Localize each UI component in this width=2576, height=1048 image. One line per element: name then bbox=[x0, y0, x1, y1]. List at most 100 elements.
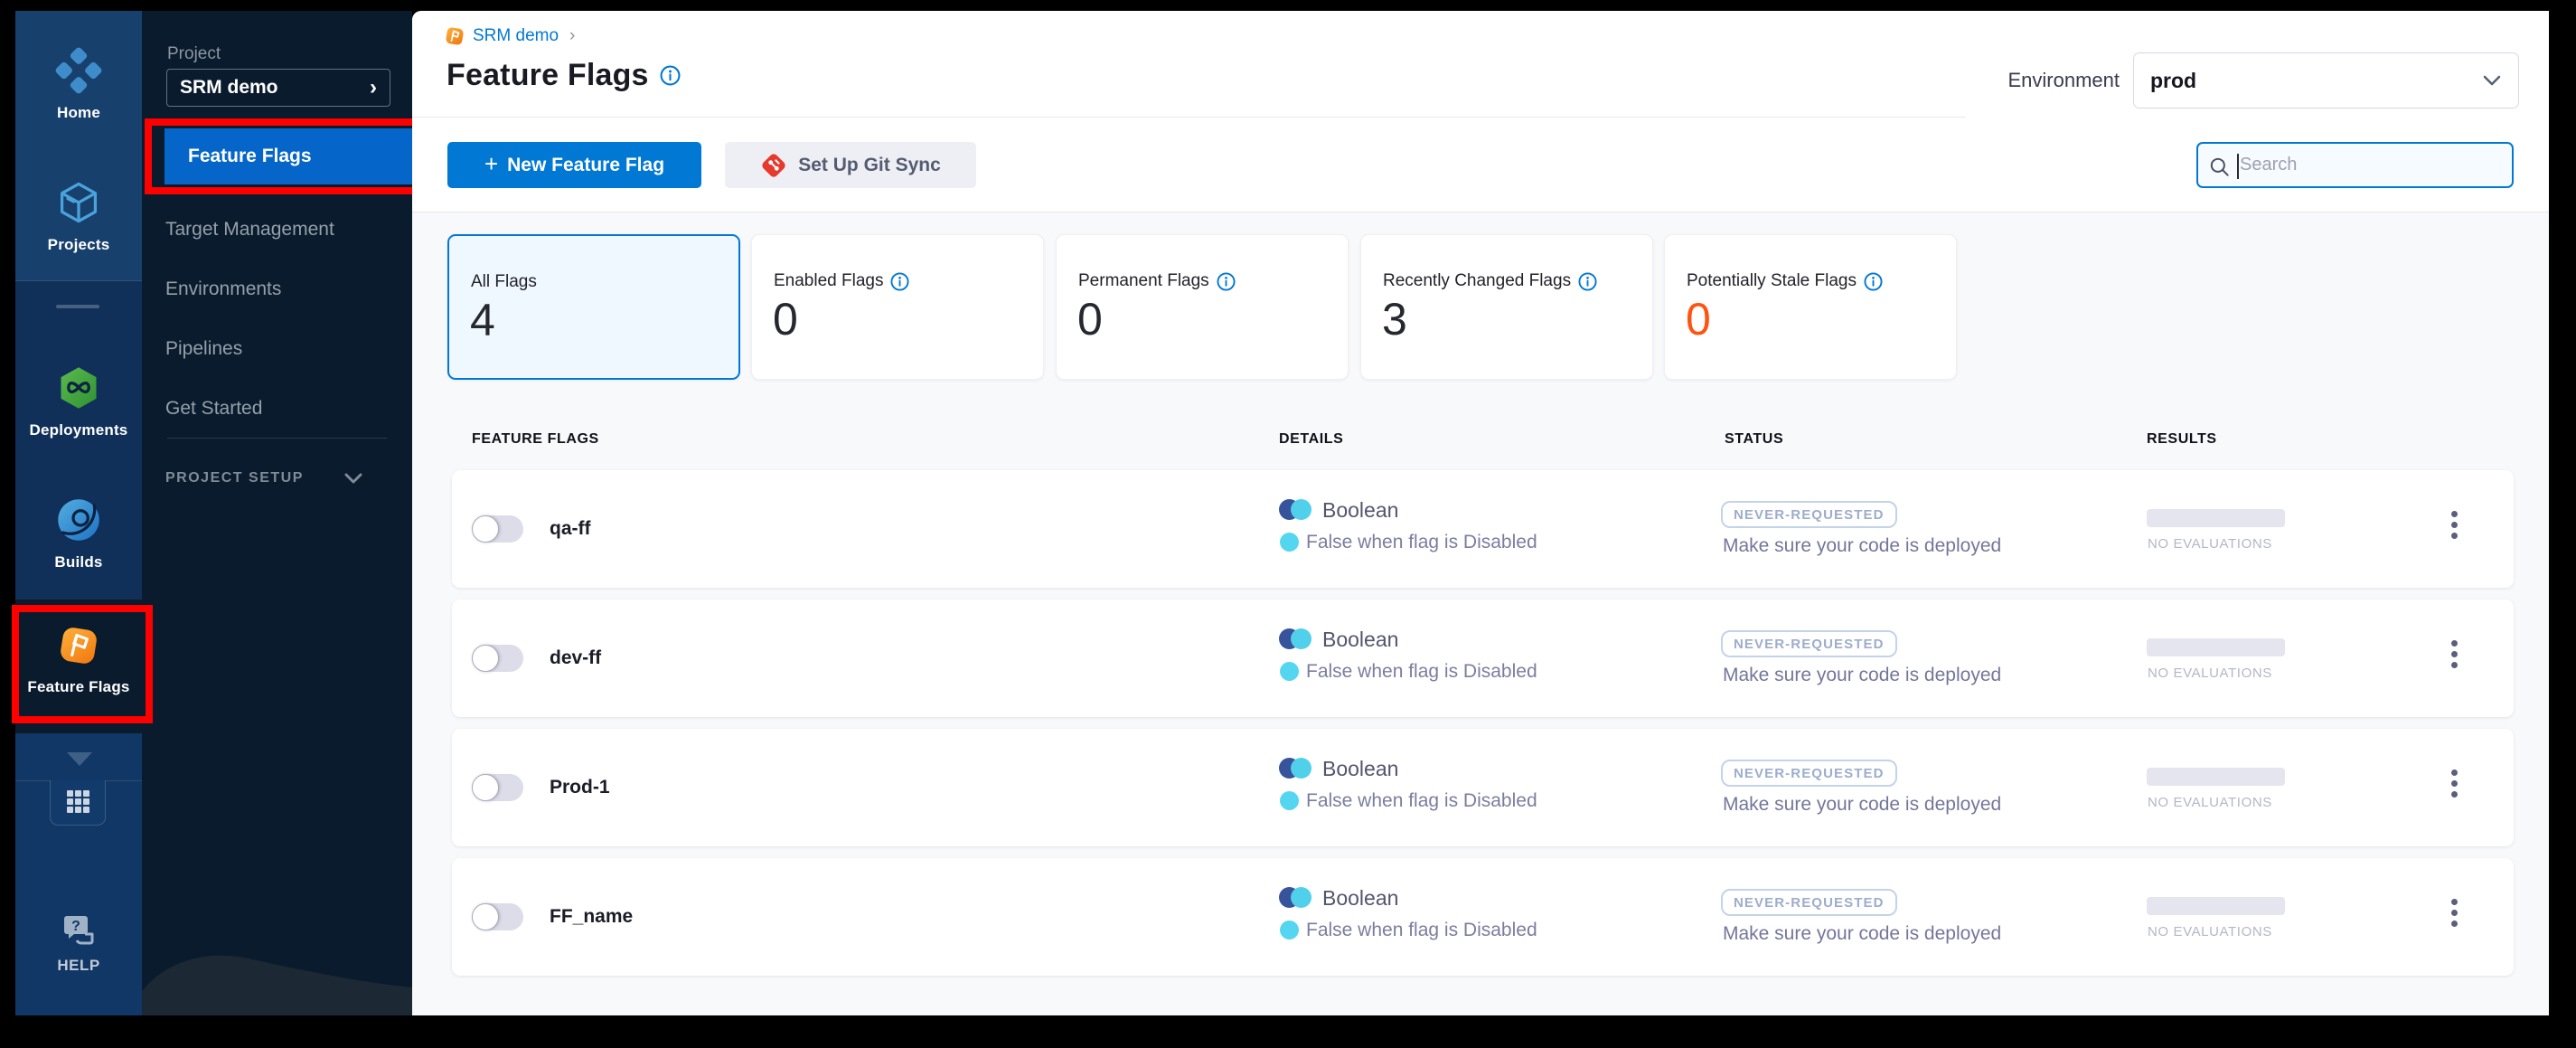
rail-item-home[interactable]: Home bbox=[15, 47, 142, 122]
rail-item-builds[interactable]: Builds bbox=[15, 496, 142, 571]
column-header-details: DETAILS bbox=[1279, 431, 1344, 447]
table-row[interactable]: dev-ff Boolean False when flag is Disabl… bbox=[452, 600, 2514, 717]
rail-item-deployments[interactable]: Deployments bbox=[15, 364, 142, 439]
rail-section-dash bbox=[56, 305, 99, 308]
chevron-right-icon: › bbox=[370, 75, 377, 99]
evaluations-progress-bar bbox=[2147, 638, 2285, 656]
results-note: NO EVALUATIONS bbox=[2148, 924, 2272, 939]
flag-type: Boolean bbox=[1322, 886, 1399, 910]
table-row[interactable]: qa-ff Boolean False when flag is Disable… bbox=[452, 470, 2514, 588]
search-box[interactable] bbox=[2196, 142, 2514, 188]
results-note: NO EVALUATIONS bbox=[2148, 536, 2272, 552]
toggle-knob bbox=[472, 774, 499, 801]
help-chat-icon: ? bbox=[58, 916, 99, 952]
module-rail: Home Projects Deployments Builds Feature… bbox=[12, 11, 153, 1015]
plus-icon: + bbox=[484, 150, 499, 177]
rail-feature-flags-section: Feature Flags bbox=[12, 600, 153, 733]
toolbar: + New Feature Flag Set Up Git Sync bbox=[412, 118, 2549, 212]
status-note: Make sure your code is deployed bbox=[1723, 923, 2002, 944]
stat-card-permanent-flags[interactable]: Permanent Flags 0 bbox=[1056, 234, 1349, 380]
project-setup-label: PROJECT SETUP bbox=[165, 470, 304, 486]
flag-name[interactable]: qa-ff bbox=[550, 518, 591, 540]
stat-label: Recently Changed Flags bbox=[1383, 271, 1572, 290]
stat-card-recently-changed-flags[interactable]: Recently Changed Flags 3 bbox=[1360, 234, 1653, 380]
status-note: Make sure your code is deployed bbox=[1723, 535, 2002, 556]
flag-toggle[interactable] bbox=[472, 515, 523, 543]
stat-card-enabled-flags[interactable]: Enabled Flags 0 bbox=[751, 234, 1044, 380]
decorative-wave bbox=[142, 955, 412, 1015]
set-up-git-sync-button[interactable]: Set Up Git Sync bbox=[725, 142, 976, 188]
new-feature-flag-label: New Feature Flag bbox=[507, 154, 665, 175]
info-icon[interactable] bbox=[1217, 271, 1236, 291]
environment-value: prod bbox=[2150, 68, 2197, 92]
column-header-status: STATUS bbox=[1725, 431, 1784, 447]
flag-toggle[interactable] bbox=[472, 903, 523, 930]
project-setup-toggle[interactable]: PROJECT SETUP bbox=[165, 470, 391, 486]
breadcrumb[interactable]: SRM demo › bbox=[444, 24, 575, 48]
table-row[interactable]: FF_name Boolean False when flag is Disab… bbox=[452, 858, 2514, 976]
help-button[interactable]: ? HELP bbox=[15, 911, 142, 975]
stat-value: 4 bbox=[470, 295, 495, 345]
row-menu-button[interactable] bbox=[2451, 769, 2458, 798]
stat-value: 3 bbox=[1382, 294, 1407, 345]
environment-label: Environment bbox=[2007, 69, 2120, 91]
feature-flags-logo-icon bbox=[446, 27, 464, 45]
info-icon[interactable] bbox=[890, 271, 909, 291]
environment-select[interactable]: prod bbox=[2133, 52, 2519, 109]
subnav-item-target-management[interactable]: Target Management bbox=[142, 202, 412, 258]
breadcrumb-chevron-icon: › bbox=[569, 26, 576, 45]
breadcrumb-project-link[interactable]: SRM demo bbox=[473, 26, 559, 46]
info-icon[interactable] bbox=[1578, 271, 1597, 291]
feature-flags-icon bbox=[56, 623, 101, 673]
stat-label: Permanent Flags bbox=[1078, 271, 1209, 290]
row-menu-button[interactable] bbox=[2451, 640, 2458, 668]
flag-name[interactable]: Prod-1 bbox=[550, 777, 610, 798]
row-menu-button[interactable] bbox=[2451, 899, 2458, 927]
table-row[interactable]: Prod-1 Boolean False when flag is Disabl… bbox=[452, 729, 2514, 846]
flag-toggle[interactable] bbox=[472, 645, 523, 672]
project-selector[interactable]: SRM demo › bbox=[166, 69, 390, 107]
boolean-type-icon bbox=[1279, 758, 1312, 779]
default-rule: False when flag is Disabled bbox=[1306, 790, 1537, 811]
info-icon[interactable] bbox=[660, 65, 681, 86]
toggle-knob bbox=[472, 515, 499, 543]
subnav-item-feature-flags[interactable]: Feature Flags bbox=[165, 128, 412, 184]
project-name: SRM demo bbox=[180, 77, 278, 98]
subnav-item-environments[interactable]: Environments bbox=[142, 261, 412, 317]
row-menu-button[interactable] bbox=[2451, 511, 2458, 539]
subnav-item-pipelines[interactable]: Pipelines bbox=[142, 321, 412, 377]
chevron-down-icon bbox=[344, 473, 362, 484]
subnav-divider bbox=[167, 438, 387, 439]
collapse-rail-chevron-icon[interactable] bbox=[67, 752, 92, 766]
search-input[interactable] bbox=[2240, 146, 2502, 184]
boolean-type-icon bbox=[1279, 628, 1312, 649]
builds-icon bbox=[55, 496, 102, 548]
flag-name[interactable]: FF_name bbox=[550, 906, 633, 928]
rail-top-section: Home Projects bbox=[15, 11, 142, 280]
flag-toggle[interactable] bbox=[472, 774, 523, 801]
git-sync-label: Set Up Git Sync bbox=[798, 154, 941, 175]
stat-card-all-flags[interactable]: All Flags 4 bbox=[447, 234, 740, 380]
rail-item-projects[interactable]: Projects bbox=[15, 179, 142, 254]
flag-name[interactable]: dev-ff bbox=[550, 647, 601, 669]
stat-label: All Flags bbox=[471, 272, 537, 291]
projects-cube-icon bbox=[55, 179, 102, 231]
module-switcher-button[interactable] bbox=[50, 780, 106, 826]
default-rule: False when flag is Disabled bbox=[1306, 532, 1537, 552]
status-badge: NEVER-REQUESTED bbox=[1721, 889, 1897, 916]
stat-card-potentially-stale-flags[interactable]: Potentially Stale Flags 0 bbox=[1664, 234, 1957, 380]
grid-icon bbox=[67, 790, 90, 814]
new-feature-flag-button[interactable]: + New Feature Flag bbox=[447, 142, 701, 188]
default-rule-dot-icon bbox=[1280, 791, 1299, 810]
default-rule-dot-icon bbox=[1280, 662, 1299, 681]
rail-item-label: Projects bbox=[47, 236, 110, 253]
subnav-item-get-started[interactable]: Get Started bbox=[142, 381, 412, 437]
chevron-down-icon bbox=[2483, 75, 2501, 86]
info-icon[interactable] bbox=[1864, 271, 1883, 291]
stat-label: Enabled Flags bbox=[774, 271, 884, 290]
rail-item-feature-flags[interactable]: Feature Flags bbox=[15, 623, 142, 696]
default-rule-dot-icon bbox=[1280, 921, 1299, 939]
stat-label: Potentially Stale Flags bbox=[1687, 271, 1857, 290]
status-badge: NEVER-REQUESTED bbox=[1721, 630, 1897, 657]
project-subnav: Project SRM demo › Feature Flags Target … bbox=[142, 11, 412, 1015]
